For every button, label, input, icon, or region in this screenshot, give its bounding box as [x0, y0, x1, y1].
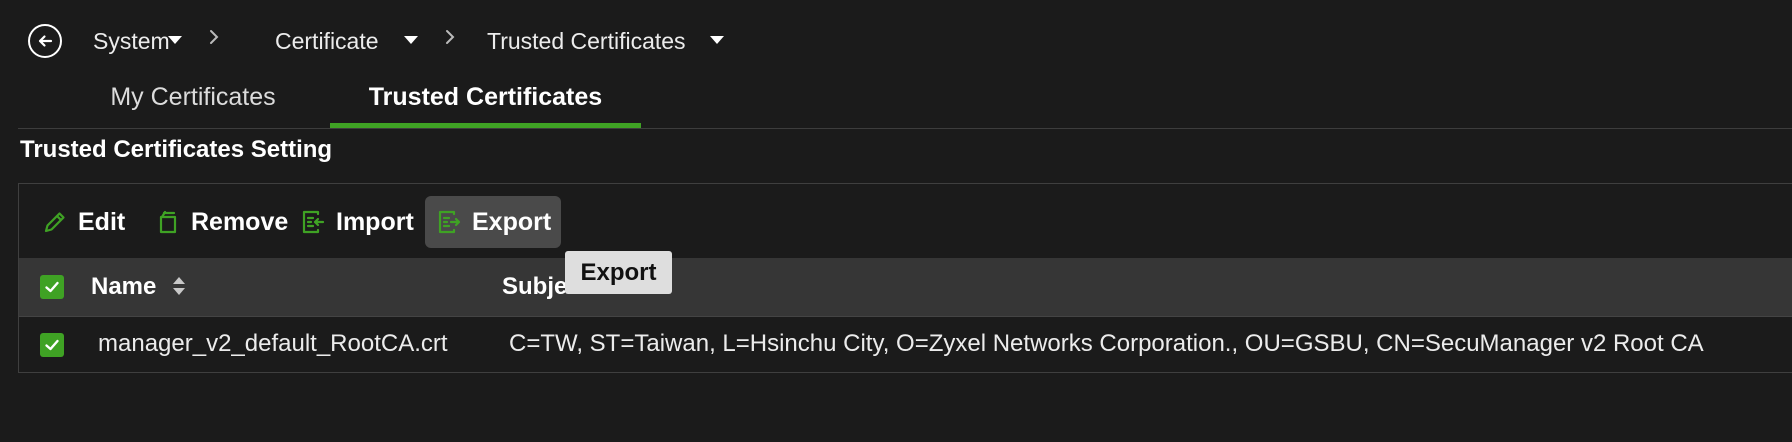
edit-button[interactable]: Edit [41, 196, 125, 248]
import-button[interactable]: Import [299, 196, 414, 248]
chevron-right-icon [446, 30, 455, 44]
page: System Certificate Trusted Certificates … [0, 0, 1792, 442]
arrow-left-icon [38, 35, 53, 47]
tab-my-certificates[interactable]: My Certificates [68, 68, 318, 126]
trash-icon [159, 210, 177, 234]
check-icon [45, 339, 59, 351]
trusted-certificates-dropdown-caret-icon[interactable] [710, 36, 724, 44]
toolbar: Edit Remove Import Export [19, 184, 1792, 258]
tab-trusted-certificates[interactable]: Trusted Certificates [330, 68, 641, 128]
export-tooltip: Export [565, 251, 672, 294]
export-button[interactable]: Export [425, 196, 562, 248]
breadcrumb: System Certificate Trusted Certificates [28, 22, 788, 62]
select-all-checkbox[interactable] [40, 275, 64, 299]
row-checkbox[interactable] [40, 333, 64, 357]
column-header-name[interactable]: Name [91, 273, 156, 301]
tab-label: Trusted Certificates [368, 82, 603, 111]
import-label: Import [336, 207, 414, 236]
cell-name: manager_v2_default_RootCA.crt [98, 330, 448, 357]
pencil-icon [44, 212, 65, 233]
certificates-panel: Edit Remove Import Export Name Subject m… [18, 183, 1792, 373]
edit-label: Edit [78, 207, 126, 236]
sort-icon[interactable] [171, 275, 187, 297]
breadcrumb-item-system[interactable]: System [93, 28, 170, 55]
breadcrumb-item-certificate[interactable]: Certificate [275, 28, 379, 55]
active-tab-indicator [330, 123, 641, 128]
check-icon [45, 281, 59, 293]
import-icon [302, 210, 325, 234]
export-label: Export [472, 207, 552, 236]
tab-bar: My Certificates Trusted Certificates [18, 68, 1792, 129]
table-header: Name Subject [19, 258, 1792, 317]
remove-label: Remove [191, 207, 289, 236]
remove-button[interactable]: Remove [154, 196, 288, 248]
chevron-right-icon [210, 30, 219, 44]
table-row[interactable]: manager_v2_default_RootCA.crt C=TW, ST=T… [19, 317, 1792, 373]
cell-subject: C=TW, ST=Taiwan, L=Hsinchu City, O=Zyxel… [509, 330, 1704, 357]
section-title: Trusted Certificates Setting [20, 136, 333, 163]
tab-label: My Certificates [110, 82, 276, 111]
certificate-dropdown-caret-icon[interactable] [404, 36, 418, 44]
export-icon [438, 210, 461, 234]
breadcrumb-item-trusted-certificates[interactable]: Trusted Certificates [487, 28, 686, 55]
back-button[interactable] [28, 24, 62, 58]
system-dropdown-caret-icon[interactable] [168, 36, 182, 44]
